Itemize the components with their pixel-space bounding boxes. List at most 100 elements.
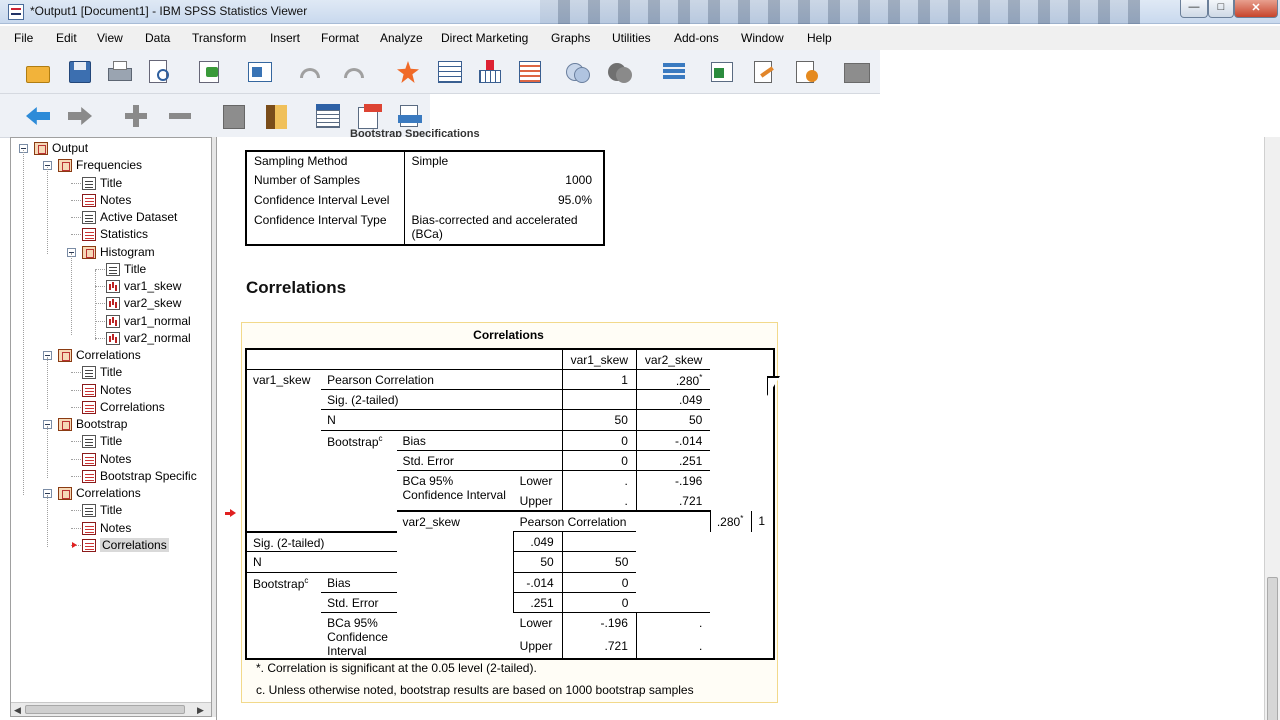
outline-pane[interactable]: Output Frequencies Title Notes Active Datase… <box>10 137 212 717</box>
use-sets-icon[interactable] <box>660 58 688 86</box>
undo-icon[interactable] <box>296 58 324 86</box>
outline-item[interactable]: Notes <box>11 520 211 537</box>
select-cases-icon[interactable] <box>564 58 592 86</box>
outline-item[interactable]: Output <box>11 140 211 157</box>
outline-item[interactable]: Correlations <box>11 347 211 364</box>
selected-item-marker-icon <box>72 541 77 548</box>
close-button[interactable]: ✕ <box>1234 0 1278 18</box>
cell-value: .049 <box>513 531 563 552</box>
goto-case-icon[interactable] <box>436 58 464 86</box>
cell-value: 50 <box>561 409 637 431</box>
outline-item[interactable]: Frequencies <box>11 157 211 174</box>
insert-heading-icon[interactable] <box>314 102 342 130</box>
table-icon <box>82 383 96 397</box>
forward-arrow-icon[interactable] <box>66 102 94 130</box>
outline-item-label: Correlations <box>100 537 169 552</box>
menu-data[interactable]: Data <box>145 31 170 45</box>
menu-window[interactable]: Window <box>741 31 784 45</box>
scroll-thumb[interactable] <box>25 705 185 714</box>
menu-utilities[interactable]: Utilities <box>612 31 651 45</box>
minimize-button[interactable]: — <box>1180 0 1208 18</box>
scroll-left-icon[interactable]: ◀ <box>14 705 21 716</box>
scroll-thumb[interactable] <box>1267 577 1278 720</box>
outline-item[interactable]: var2_normal <box>11 330 211 347</box>
expand-icon[interactable] <box>122 102 150 130</box>
bootstrap-label: Bootstrapc <box>246 571 322 660</box>
spss-app-icon[interactable] <box>8 4 24 20</box>
outline-item-label: Active Dataset <box>100 210 178 224</box>
hide-icon[interactable] <box>262 102 290 130</box>
show-icon[interactable] <box>220 102 248 130</box>
outline-horizontal-scrollbar[interactable]: ◀ ▶ <box>11 702 211 716</box>
scroll-right-icon[interactable]: ▶ <box>197 705 204 716</box>
window-title: *Output1 [Document1] - IBM SPSS Statisti… <box>30 4 308 18</box>
disabled-icon[interactable] <box>842 58 870 86</box>
menu-transform[interactable]: Transform <box>192 31 246 45</box>
menu-view[interactable]: View <box>97 31 123 45</box>
table-row: Sampling Method Simple <box>246 151 604 171</box>
goto-data-icon[interactable] <box>394 58 422 86</box>
menu-add-ons[interactable]: Add-ons <box>674 31 719 45</box>
collapse-icon[interactable] <box>166 102 194 130</box>
menu-edit[interactable]: Edit <box>56 31 77 45</box>
outline-item[interactable]: Title <box>11 175 211 192</box>
outline-item[interactable]: Active Dataset <box>11 209 211 226</box>
statistic-label: BCa 95% Confidence Interval <box>396 470 514 513</box>
current-item-arrow-icon <box>225 509 237 518</box>
print-preview-icon[interactable] <box>146 58 174 86</box>
menu-help[interactable]: Help <box>807 31 832 45</box>
table-icon <box>82 193 96 207</box>
outline-item[interactable]: var2_skew <box>11 295 211 312</box>
show-all-variables-icon[interactable] <box>708 58 736 86</box>
redo-icon[interactable] <box>340 58 368 86</box>
spelling-icon[interactable] <box>750 58 778 86</box>
export-icon[interactable] <box>196 58 224 86</box>
value-labels-icon[interactable] <box>606 58 634 86</box>
maximize-button[interactable]: □ <box>1208 0 1234 18</box>
outline-item[interactable]: Title <box>11 364 211 381</box>
outline-item[interactable]: Histogram <box>11 244 211 261</box>
outline-item[interactable]: Notes <box>11 192 211 209</box>
close-icon: ✕ <box>1251 2 1261 14</box>
insert-text-icon[interactable] <box>396 102 424 130</box>
table-row: Sig. (2-tailed) .049 <box>246 531 774 552</box>
outline-item[interactable]: Notes <box>11 382 211 399</box>
insert-variable-icon[interactable] <box>476 58 504 86</box>
content-vertical-scrollbar[interactable] <box>1264 137 1280 720</box>
tree-connector <box>47 426 48 478</box>
designate-window-icon[interactable] <box>792 58 820 86</box>
menu-insert[interactable]: Insert <box>270 31 300 45</box>
outline-item-label: Correlations <box>76 348 141 362</box>
outline-item[interactable]: var1_normal <box>11 313 211 330</box>
outline-item[interactable]: Correlations <box>11 485 211 502</box>
save-icon[interactable] <box>66 58 94 86</box>
outline-item[interactable]: Notes <box>11 451 211 468</box>
outline-item[interactable]: Title <box>11 433 211 450</box>
outline-item[interactable]: Correlations <box>11 399 211 416</box>
outline-item-label: Title <box>100 365 123 380</box>
cell-value-text: .280 <box>675 373 700 388</box>
back-arrow-icon[interactable] <box>24 102 52 130</box>
outline-item[interactable]: Title <box>11 502 211 519</box>
recall-dialog-icon[interactable] <box>246 58 274 86</box>
correlations-table[interactable]: var1_skew var2_skew var1_skew Pearson Co… <box>245 348 775 661</box>
outline-item-label: Notes <box>100 520 132 535</box>
outline-item[interactable]: Bootstrap <box>11 416 211 433</box>
print-icon[interactable] <box>106 58 134 86</box>
bootstrap-specifications-table[interactable]: Sampling Method Simple Number of Samples… <box>245 150 605 246</box>
menu-graphs[interactable]: Graphs <box>551 31 590 45</box>
variables-icon[interactable] <box>516 58 544 86</box>
menu-format[interactable]: Format <box>321 31 359 45</box>
menu-direct-marketing[interactable]: Direct Marketing <box>441 31 528 45</box>
mouse-cursor-icon <box>768 378 779 395</box>
outline-item[interactable]: Title <box>11 261 211 278</box>
open-icon[interactable] <box>24 58 52 86</box>
insert-title-icon[interactable] <box>356 102 384 130</box>
footnote-bootstrap: c. Unless otherwise noted, bootstrap res… <box>256 683 694 697</box>
outline-item[interactable]: var1_skew <box>11 278 211 295</box>
menu-analyze[interactable]: Analyze <box>380 31 423 45</box>
outline-item[interactable]: Bootstrap Specific <box>11 468 211 485</box>
menu-file[interactable]: File <box>14 31 33 45</box>
outline-item[interactable]: Statistics <box>11 226 211 243</box>
outline-item[interactable]: Correlations <box>11 537 211 554</box>
